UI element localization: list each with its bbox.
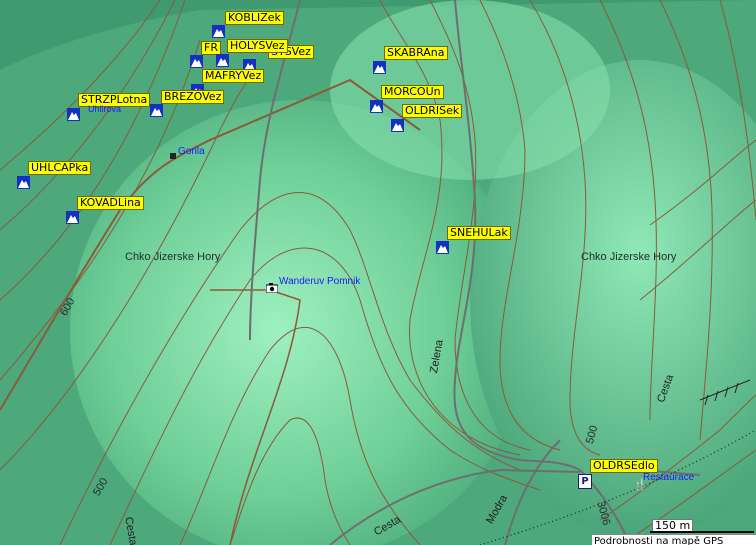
poi-uhlirova[interactable]: Uhlirova: [88, 104, 121, 114]
waypoint-label: OLDRISek: [402, 104, 463, 118]
waypoint-label: SNEHULak: [447, 226, 511, 240]
waypoint-mountain-icon: [66, 211, 79, 224]
waypoint-label: KOBLIZek: [225, 11, 284, 25]
waypoint-label: KOVADLina: [77, 196, 144, 210]
waypoint-label: MORCOUn: [381, 85, 444, 99]
waypoint-mountain-icon: [17, 176, 30, 189]
poi-restaurace[interactable]: Restaurace: [643, 472, 694, 483]
waypoint-label: MAFRYVez: [202, 69, 265, 83]
scale-bar: [650, 531, 754, 533]
waypoint-label: UHLCAPka: [28, 161, 92, 175]
waypoint-mountain-icon: [373, 61, 386, 74]
waypoint-mountain-icon: [150, 104, 163, 117]
waypoint-label: OLDRSEdlo: [590, 459, 658, 473]
waypoint-mountain-icon: [436, 241, 449, 254]
poi-gorila[interactable]: Gorila: [178, 146, 205, 157]
waypoint-label: SKABRAna: [384, 46, 448, 60]
parking-icon[interactable]: P: [578, 474, 592, 489]
waypoint-label: HOLYSVez: [227, 39, 288, 53]
map-footer-text: Podrobnosti na mapě GPS: [592, 534, 756, 545]
waypoint-mountain-icon: [212, 25, 225, 38]
waypoint-label: FR: [201, 41, 221, 55]
camera-icon[interactable]: [266, 283, 278, 293]
waypoint-mountain-icon: [67, 108, 80, 121]
region-label-right: Chko Jizerske Hory: [581, 251, 677, 263]
poi-wanderuv-pomnik[interactable]: Wanderuv Pomnik: [279, 276, 360, 287]
waypoint-mountain-icon: [391, 119, 404, 132]
region-label-left: Chko Jizerske Hory: [125, 251, 221, 263]
gorila-marker-icon[interactable]: [170, 153, 176, 159]
waypoint-mountain-icon: [190, 55, 203, 68]
map-canvas[interactable]: KOBLIZek FR STSVez HOLYSVez MAFRYVez BRE…: [0, 0, 756, 545]
waypoint-label: BREZOVez: [161, 90, 225, 104]
waypoint-mountain-icon: [370, 100, 383, 113]
waypoint-mountain-icon: [216, 54, 229, 67]
